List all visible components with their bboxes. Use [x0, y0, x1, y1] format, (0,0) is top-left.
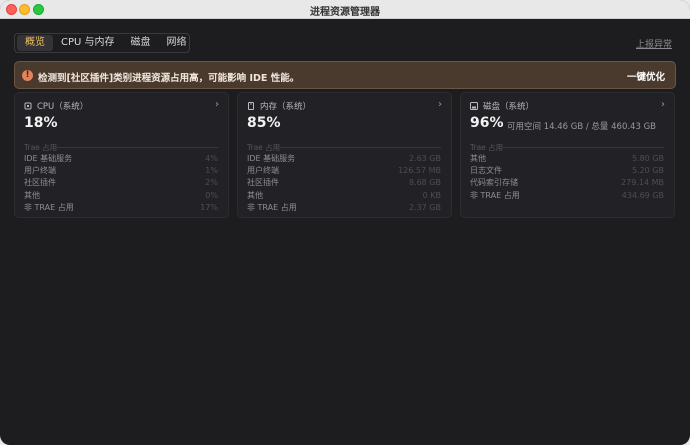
app-window: 进程资源管理器 概览 CPU 与内存 磁盘 网络 上报异常 ! 检测到[社区插件… — [0, 0, 690, 445]
warning-icon: ! — [22, 70, 33, 81]
memory-icon — [247, 102, 255, 110]
tab-network[interactable]: 网络 — [159, 35, 195, 51]
tab-disk[interactable]: 磁盘 — [123, 35, 159, 51]
chevron-right-icon[interactable]: › — [661, 99, 665, 110]
memory-card-title: 内存（系统） — [260, 102, 312, 112]
row-value: 279.14 MB — [621, 178, 664, 188]
list-item: IDE 基础服务 2.63 GB — [247, 152, 441, 164]
window-title: 进程资源管理器 — [310, 7, 380, 18]
list-item: 非 TRAE 占用 17% — [24, 201, 218, 213]
divider — [503, 147, 664, 148]
chevron-right-icon[interactable]: › — [438, 99, 442, 110]
disk-icon — [470, 102, 478, 110]
row-label: 用户终端 — [247, 165, 279, 175]
memory-card-header: 内存（系统） — [247, 100, 311, 112]
row-value: 1% — [205, 165, 218, 175]
row-value: 17% — [200, 202, 218, 212]
row-label: 社区插件 — [247, 178, 279, 188]
cpu-usage-value: 18% — [24, 115, 58, 131]
warning-banner: ! 检测到[社区插件]类别进程资源占用高，可能影响 IDE 性能。 一键优化 — [14, 61, 676, 89]
cpu-breakdown-list: IDE 基础服务 4% 用户终端 1% 社区插件 2% 其他 0% 非 TRAE 占用 1… — [24, 152, 218, 213]
row-label: 代码索引存储 — [470, 178, 518, 188]
report-issue-link[interactable]: 上报异常 — [636, 37, 672, 50]
disk-breakdown-list: 其他 5.80 GB 日志文件 5.20 GB 代码索引存储 279.14 MB 非 … — [470, 152, 664, 201]
row-label: 其他 — [247, 190, 263, 200]
row-value: 2.37 GB — [408, 202, 441, 212]
row-value: 5.80 GB — [631, 153, 664, 163]
row-value: 2.63 GB — [408, 153, 441, 163]
chevron-right-icon[interactable]: › — [215, 99, 219, 110]
list-item: 非 TRAE 占用 434.69 GB — [470, 189, 664, 201]
row-label: 非 TRAE 占用 — [247, 202, 297, 212]
row-label: 日志文件 — [470, 165, 502, 175]
list-item: 社区插件 8.68 GB — [247, 177, 441, 189]
tab-overview[interactable]: 概览 — [17, 35, 53, 51]
row-label: IDE 基础服务 — [24, 153, 73, 163]
row-label: 非 TRAE 占用 — [24, 202, 74, 212]
list-item: 日志文件 5.20 GB — [470, 164, 664, 176]
list-item: 用户终端 1% — [24, 164, 218, 176]
disk-card-title: 磁盘（系统） — [483, 102, 535, 112]
disk-space-summary: 可用空间 14.46 GB / 总量 460.43 GB — [507, 122, 656, 132]
list-item: IDE 基础服务 4% — [24, 152, 218, 164]
cpu-icon — [24, 102, 32, 110]
disk-card-header: 磁盘（系统） — [470, 100, 534, 112]
row-value: 8.68 GB — [408, 178, 441, 188]
row-label: 其他 — [24, 190, 40, 200]
tab-cpu-memory[interactable]: CPU 与内存 — [53, 35, 123, 51]
list-item: 非 TRAE 占用 2.37 GB — [247, 201, 441, 213]
memory-usage-value: 85% — [247, 115, 281, 131]
cpu-card-title: CPU（系统） — [37, 102, 89, 112]
row-label: IDE 基础服务 — [247, 153, 296, 163]
optimize-button[interactable]: 一键优化 — [627, 69, 665, 83]
row-value: 126.57 MB — [398, 165, 441, 175]
list-item: 用户终端 126.57 MB — [247, 164, 441, 176]
disk-usage-value: 96% — [470, 115, 504, 131]
list-item: 其他 0% — [24, 189, 218, 201]
row-value: 5.20 GB — [631, 165, 664, 175]
row-value: 0% — [205, 190, 218, 200]
disk-card[interactable]: 磁盘（系统） › 96% 可用空间 14.46 GB / 总量 460.43 G… — [460, 92, 675, 218]
list-item: 其他 0 KB — [247, 189, 441, 201]
title-bar: 进程资源管理器 — [0, 0, 690, 19]
warning-text: 检测到[社区插件]类别进程资源占用高，可能影响 IDE 性能。 — [38, 73, 300, 84]
list-item: 其他 5.80 GB — [470, 152, 664, 164]
tab-bar: 概览 CPU 与内存 磁盘 网络 — [14, 33, 190, 53]
cpu-card-header: CPU（系统） — [24, 100, 88, 112]
memory-breakdown-list: IDE 基础服务 2.63 GB 用户终端 126.57 MB 社区插件 8.68 G… — [247, 152, 441, 213]
list-item: 社区插件 2% — [24, 177, 218, 189]
row-value: 0 KB — [422, 190, 441, 200]
cpu-card[interactable]: CPU（系统） › 18% Trae 占用 IDE 基础服务 4% 用户终端 1% … — [14, 92, 229, 218]
memory-card[interactable]: 内存（系统） › 85% Trae 占用 IDE 基础服务 2.63 GB 用户终… — [237, 92, 452, 218]
row-label: 用户终端 — [24, 165, 56, 175]
row-value: 4% — [205, 153, 218, 163]
row-label: 社区插件 — [24, 178, 56, 188]
row-label: 非 TRAE 占用 — [470, 190, 520, 200]
divider — [57, 147, 218, 148]
list-item: 代码索引存储 279.14 MB — [470, 177, 664, 189]
divider — [280, 147, 441, 148]
row-value: 434.69 GB — [621, 190, 664, 200]
row-value: 2% — [205, 178, 218, 188]
row-label: 其他 — [470, 153, 486, 163]
